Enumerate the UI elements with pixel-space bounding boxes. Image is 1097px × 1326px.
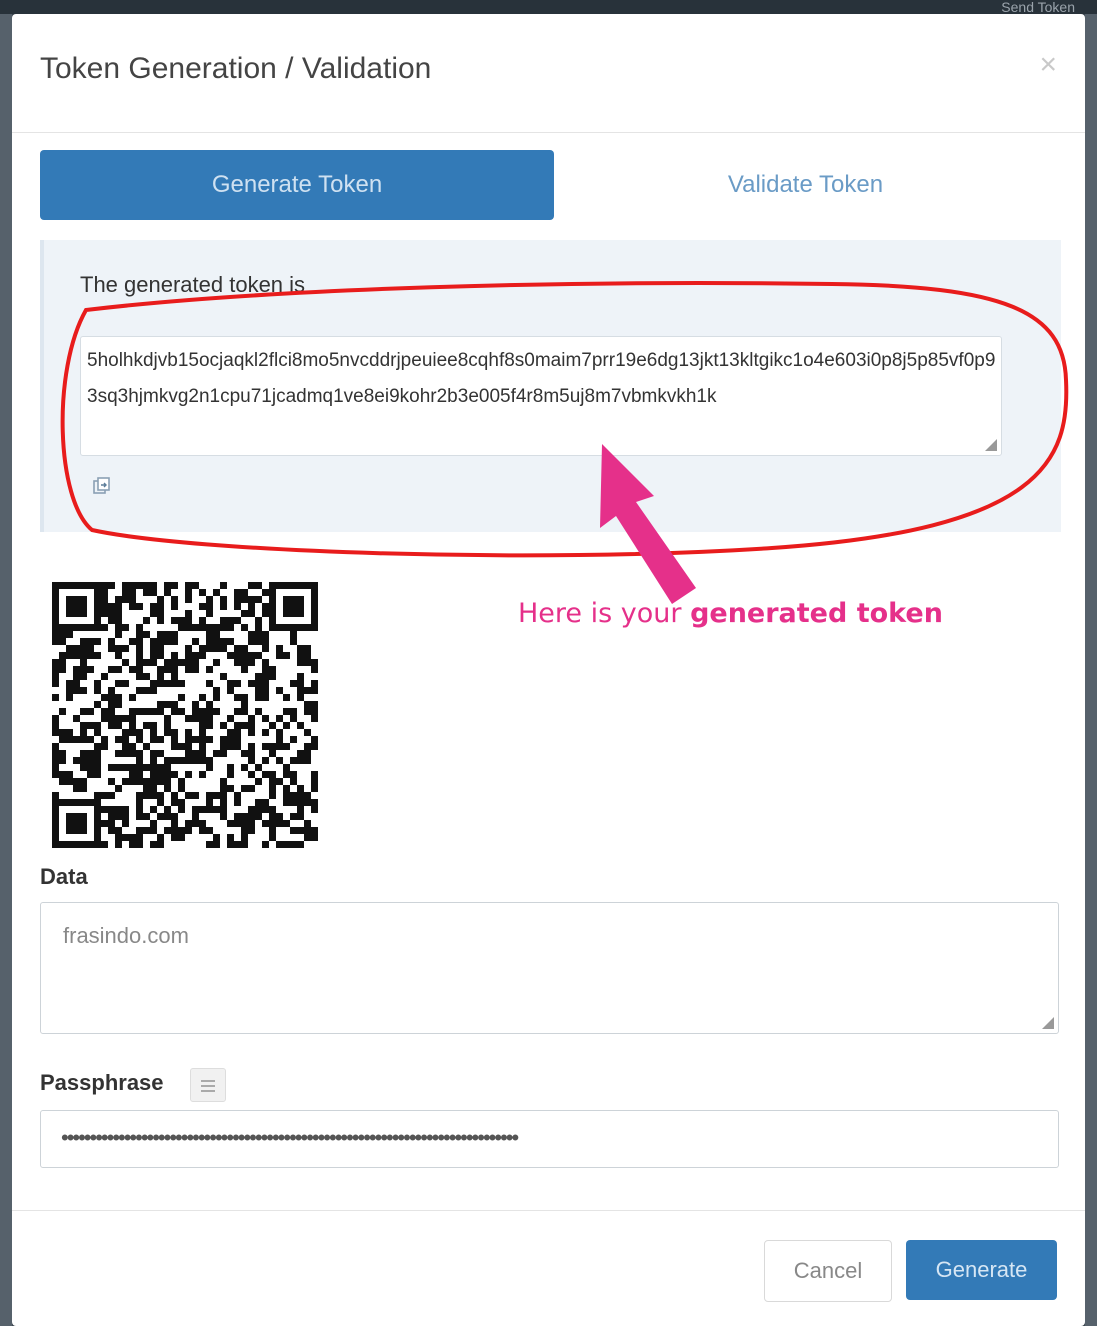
background-right-edge [1085,14,1097,1326]
annotation-text-prefix: Here is your [518,598,691,629]
token-modal: Token Generation / Validation × Generate… [12,14,1085,1326]
tab-generate-token[interactable]: Generate Token [40,150,554,220]
resize-grip-icon[interactable] [985,439,997,451]
annotation-text-bold: generated token [690,598,943,629]
modal-title: Token Generation / Validation [40,52,432,85]
background-title: Send Token [1001,0,1075,15]
token-textarea[interactable]: 5holhkdjvb15ocjaqkl2flci8mo5nvcddrjpeuie… [80,336,1002,456]
data-value: frasindo.com [63,923,189,948]
passphrase-label: Passphrase [40,1070,164,1095]
resize-grip-icon[interactable] [1042,1017,1054,1029]
passphrase-input[interactable]: ••••••••••••••••••••••••••••••••••••••••… [40,1110,1059,1168]
background-left-edge [0,14,12,1326]
passphrase-value: ••••••••••••••••••••••••••••••••••••••••… [61,1125,519,1150]
annotation-text: Here is your generated token [518,598,943,629]
cancel-button[interactable]: Cancel [764,1240,892,1302]
qr-code [52,582,318,848]
token-value: 5holhkdjvb15ocjaqkl2flci8mo5nvcddrjpeuie… [87,350,996,407]
data-label: Data [40,864,88,889]
tab-validate-token[interactable]: Validate Token [554,150,1057,220]
modal-footer-divider [12,1210,1085,1211]
data-textarea[interactable]: frasindo.com [40,902,1059,1034]
token-panel: The generated token is 5holhkdjvb15ocjaq… [40,240,1061,532]
generate-button[interactable]: Generate [906,1240,1057,1300]
copy-icon[interactable] [92,476,112,496]
background-top-bar: Send Token [0,0,1097,14]
token-label: The generated token is [80,272,306,297]
modal-header: Token Generation / Validation × [12,14,1085,133]
help-icon[interactable] [190,1068,226,1102]
close-icon[interactable]: × [1039,50,1057,80]
